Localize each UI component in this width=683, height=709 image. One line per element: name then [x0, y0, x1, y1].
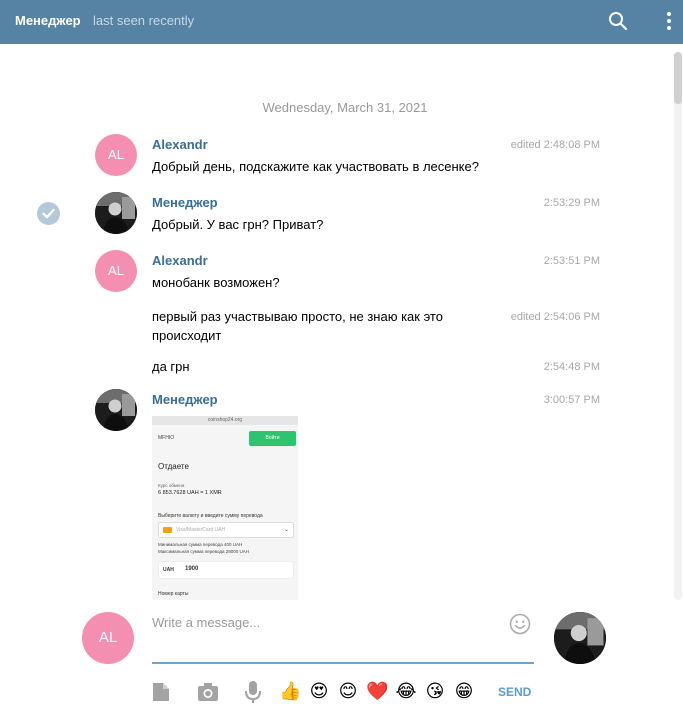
message-time: 2:53:51 PM: [543, 255, 600, 267]
selected-check-icon[interactable]: [37, 202, 60, 225]
scrollbar[interactable]: [674, 52, 682, 600]
message-composer: [152, 606, 534, 664]
message-time: edited 2:48:08 PM: [510, 139, 600, 151]
chat-header: Менеджер last seen recently: [0, 0, 683, 44]
photo-login-button: Войти: [249, 431, 296, 446]
message-time: 2:54:48 PM: [543, 361, 600, 373]
message-time: 3:00:57 PM: [543, 394, 600, 406]
photo-amount: 1900: [185, 566, 199, 572]
message-text: первый раз участвываю просто, не знаю ка…: [152, 309, 443, 343]
photo-amount-field: UAH 1900: [158, 561, 294, 579]
avatar[interactable]: AL: [95, 134, 137, 176]
message-author[interactable]: Менеджер: [152, 195, 218, 210]
scrollbar-thumb[interactable]: [674, 52, 682, 104]
search-icon[interactable]: [607, 10, 629, 32]
message-author[interactable]: Alexandr: [152, 253, 208, 268]
emoji-grin[interactable]: 😁: [453, 680, 475, 702]
peer-avatar[interactable]: [554, 612, 606, 664]
avatar[interactable]: [95, 192, 137, 234]
message-time: 2:53:29 PM: [543, 197, 600, 209]
photo-url-bar: coinshop24.org: [152, 416, 298, 425]
photo-rate-label: Курс обмена: [158, 483, 185, 488]
emoji-kiss[interactable]: 😘: [424, 680, 446, 702]
emoji-thumbs-up[interactable]: 👍: [279, 680, 301, 702]
avatar[interactable]: [95, 389, 137, 431]
peer-status: last seen recently: [93, 13, 195, 28]
emoji-smile-icon[interactable]: [509, 613, 531, 635]
photo-select-prompt: Выберите валюту и введите сумму перевода: [158, 513, 263, 519]
avatar[interactable]: AL: [95, 250, 137, 292]
message-text: монобанк возможен?: [152, 275, 280, 290]
photo-card-option: Visa/MasterCard UAH: [176, 527, 226, 533]
message-author[interactable]: Менеджер: [152, 392, 218, 407]
photo-currency: UAH: [163, 567, 174, 573]
date-divider: Wednesday, March 31, 2021: [262, 100, 428, 115]
peer-name[interactable]: Менеджер: [15, 13, 81, 28]
message-text: Добрый день, подскажите как участвовать …: [152, 159, 479, 174]
emoji-heart-eyes[interactable]: 😍: [308, 680, 330, 702]
message-input[interactable]: [152, 612, 492, 632]
chevron-down-icon: ⌄: [283, 527, 289, 533]
photo-card-select: Visa/MasterCard UAH ⌄: [158, 522, 294, 538]
more-vertical-icon[interactable]: [658, 10, 680, 32]
photo-heading: Отдаете: [158, 462, 189, 471]
photo-rate-value: 6 853.7628 UAH = 1 XMR: [158, 490, 222, 496]
message-photo[interactable]: coinshop24.org MFHIO Войти Отдаете Курс …: [152, 416, 298, 600]
camera-icon[interactable]: [196, 680, 220, 704]
message-time: edited 2:54:06 PM: [510, 311, 600, 323]
photo-min-amount: Минимальная сумма перевода 400 UAH: [158, 542, 243, 547]
photo-max-amount: Максимальная сумма перевода 28000 UAH: [158, 549, 250, 554]
file-icon[interactable]: [150, 680, 172, 704]
photo-brand: MFHIO: [158, 435, 175, 441]
message-author[interactable]: Alexandr: [152, 137, 208, 152]
emoji-smile[interactable]: 😊: [337, 680, 359, 702]
my-avatar[interactable]: AL: [82, 612, 134, 664]
message-text: да грн: [152, 359, 190, 374]
send-button[interactable]: SEND: [498, 685, 531, 699]
microphone-icon[interactable]: [242, 680, 264, 704]
photo-card-number-label: Номер карты: [158, 591, 189, 597]
mastercard-icon: [163, 527, 172, 533]
emoji-heart[interactable]: ❤️: [366, 680, 388, 702]
emoji-tears-of-joy[interactable]: 😂: [395, 680, 417, 702]
message-text: Добрый. У вас грн? Приват?: [152, 217, 324, 232]
